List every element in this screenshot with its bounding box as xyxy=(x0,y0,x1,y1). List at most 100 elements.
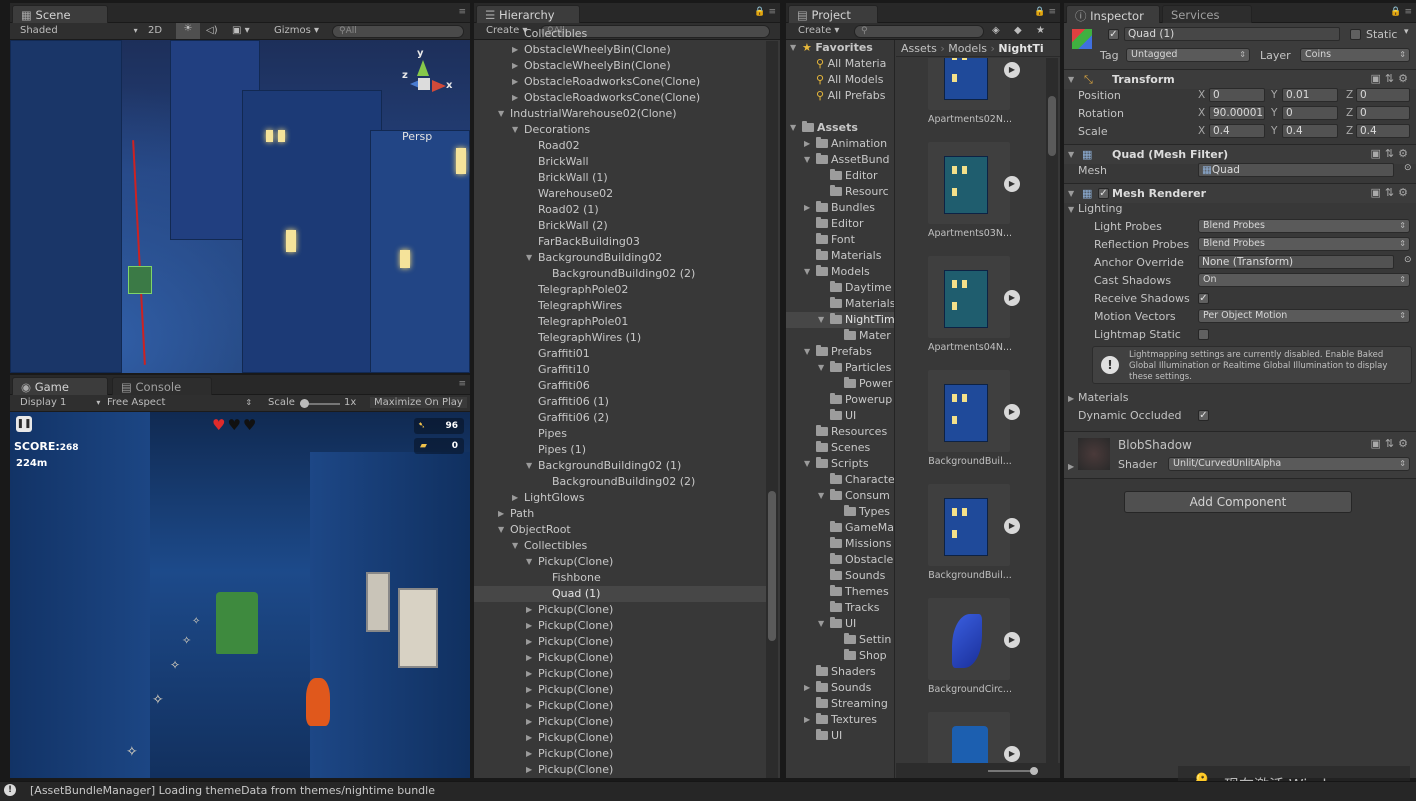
expand-right-icon[interactable]: ▶ xyxy=(526,666,536,682)
pause-button[interactable]: ❚❚ xyxy=(16,416,32,432)
project-tree-item[interactable]: Resources xyxy=(786,424,894,440)
project-tree-item[interactable]: ▼ Scripts xyxy=(786,456,894,472)
scale-slider-thumb[interactable] xyxy=(300,399,309,408)
expand-right-icon[interactable]: ▶ xyxy=(804,680,814,696)
mesh-object-field[interactable]: ▦Quad xyxy=(1198,163,1394,177)
tag-dropdown[interactable]: Untagged xyxy=(1126,48,1250,62)
expand-right-icon[interactable]: ▶ xyxy=(526,634,536,650)
expand-right-icon[interactable]: ▶ xyxy=(526,714,536,730)
panel-menu-icon[interactable]: 🔒 ≡ xyxy=(1390,7,1412,17)
hierarchy-row[interactable]: Graffiti10 xyxy=(474,362,766,378)
hierarchy-scrollbar[interactable] xyxy=(766,41,778,778)
filter-type-icon[interactable]: ◈ xyxy=(992,25,1000,36)
expand-down-icon[interactable]: ▼ xyxy=(526,458,536,474)
scene-viewport[interactable]: y x z Persp xyxy=(10,40,470,373)
project-tree-item[interactable]: Mater xyxy=(786,328,894,344)
position-x-field[interactable]: 0 xyxy=(1209,88,1265,102)
project-tree-item[interactable]: Streaming xyxy=(786,696,894,712)
tab-services[interactable]: Services xyxy=(1162,5,1252,23)
project-tree-item[interactable]: UI xyxy=(786,728,894,744)
project-tree-item[interactable]: Types xyxy=(786,504,894,520)
shader-dropdown[interactable]: Unlit/CurvedUnlitAlpha xyxy=(1168,457,1410,471)
tab-scene[interactable]: ▦ Scene xyxy=(12,5,108,23)
expand-right-icon[interactable]: ▶ xyxy=(526,618,536,634)
hierarchy-row[interactable]: Graffiti06 (1) xyxy=(474,394,766,410)
hierarchy-row[interactable]: ▶ Path xyxy=(474,506,766,522)
expand-down-icon[interactable]: ▼ xyxy=(498,522,508,538)
expand-right-icon[interactable]: ▶ xyxy=(804,712,814,728)
asset-preview-play-icon[interactable]: ▶ xyxy=(1004,176,1020,192)
hierarchy-row[interactable]: ▶ Pickup(Clone) xyxy=(474,650,766,666)
hierarchy-row[interactable]: TelegraphWires (1) xyxy=(474,330,766,346)
project-tree-item[interactable]: GameMa xyxy=(786,520,894,536)
hierarchy-row[interactable]: BrickWall xyxy=(474,154,766,170)
hierarchy-scroll-thumb[interactable] xyxy=(768,491,776,641)
hierarchy-row[interactable]: ▶ Pickup(Clone) xyxy=(474,730,766,746)
project-tree-item[interactable]: Characte xyxy=(786,472,894,488)
mesh-renderer-enabled-checkbox[interactable]: ✓ xyxy=(1098,188,1109,199)
zoom-slider[interactable] xyxy=(988,767,1038,775)
project-divider[interactable] xyxy=(894,40,895,778)
expand-down-icon[interactable]: ▼ xyxy=(512,538,522,554)
materials-expand-icon[interactable]: ▶ xyxy=(1068,394,1078,403)
expand-right-icon[interactable]: ▶ xyxy=(526,762,536,778)
hierarchy-row[interactable]: Graffiti01 xyxy=(474,346,766,362)
project-tree-item[interactable]: ▶ Sounds xyxy=(786,680,894,696)
panel-menu-icon[interactable]: ≡ xyxy=(458,379,466,389)
project-tree-item[interactable]: Font xyxy=(786,232,894,248)
mesh-renderer-header[interactable]: ▼ ▦ ✓ Mesh Renderer ▣⇅⚙ xyxy=(1064,183,1416,203)
project-create-dropdown[interactable]: Create ▾ xyxy=(798,25,839,36)
project-assets-scrollbar[interactable] xyxy=(1046,58,1058,763)
expand-right-icon[interactable]: ▶ xyxy=(512,490,522,506)
project-tree-item[interactable]: ▼ Prefabs xyxy=(786,344,894,360)
scale-slider[interactable] xyxy=(300,399,340,408)
project-tree-item[interactable]: Daytime xyxy=(786,280,894,296)
expand-down-icon[interactable]: ▼ xyxy=(804,456,814,472)
hierarchy-row[interactable]: ▼ BackgroundBuilding02 (1) xyxy=(474,458,766,474)
asset-preview-play-icon[interactable]: ▶ xyxy=(1004,62,1020,78)
project-tree-item[interactable]: Scenes xyxy=(786,440,894,456)
expand-down-icon[interactable]: ▼ xyxy=(818,488,828,504)
hierarchy-row[interactable]: ▼ Decorations xyxy=(474,122,766,138)
static-checkbox[interactable] xyxy=(1350,29,1361,40)
expand-right-icon[interactable]: ▶ xyxy=(512,90,522,106)
hierarchy-row[interactable]: ▶ LightGlows xyxy=(474,490,766,506)
scale-x-field[interactable]: 0.4 xyxy=(1209,124,1265,138)
zoom-slider-thumb[interactable] xyxy=(1030,767,1038,775)
expand-down-icon[interactable]: ▼ xyxy=(498,106,508,122)
expand-down-icon[interactable]: ▼ xyxy=(804,152,814,168)
hierarchy-row[interactable]: ▼ IndustrialWarehouse02(Clone) xyxy=(474,106,766,122)
hierarchy-row[interactable]: ▶ Pickup(Clone) xyxy=(474,666,766,682)
asset-tile[interactable]: ▶ Apartments03N... xyxy=(896,132,1036,242)
hierarchy-row[interactable]: BrickWall (2) xyxy=(474,218,766,234)
hierarchy-row[interactable]: ▶ Pickup(Clone) xyxy=(474,618,766,634)
hierarchy-row[interactable]: Fishbone xyxy=(474,570,766,586)
expand-right-icon[interactable]: ▶ xyxy=(526,698,536,714)
expand-down-icon[interactable]: ▼ xyxy=(790,120,800,136)
asset-tile[interactable]: ▶ Apartments04N... xyxy=(896,246,1036,356)
hierarchy-row[interactable]: Road02 xyxy=(474,138,766,154)
project-tree-item[interactable]: UI xyxy=(786,408,894,424)
scene-gizmo[interactable]: y x z xyxy=(398,48,458,108)
transform-expand-icon[interactable]: ▼ xyxy=(1068,75,1078,84)
persp-label[interactable]: Persp xyxy=(402,130,432,143)
maximize-on-play-toggle[interactable]: Maximize On Play xyxy=(370,397,467,408)
project-tree-item[interactable]: Power xyxy=(786,376,894,392)
hierarchy-row[interactable]: TelegraphPole01 xyxy=(474,314,766,330)
effects-dropdown-icon[interactable]: ▣ ▾ xyxy=(232,25,250,36)
active-checkbox[interactable]: ✓ xyxy=(1108,29,1119,40)
tab-game[interactable]: ◉ Game xyxy=(12,377,108,395)
position-z-field[interactable]: 0 xyxy=(1356,88,1410,102)
tab-console[interactable]: ▤ Console xyxy=(112,377,212,395)
asset-tile[interactable]: ▶ xyxy=(896,702,1036,763)
lighting-expand-icon[interactable]: ▼ xyxy=(1068,205,1078,214)
gizmos-dropdown[interactable]: Gizmos ▾ xyxy=(274,25,319,36)
hierarchy-row[interactable]: ▶ ObstacleRoadworksCone(Clone) xyxy=(474,90,766,106)
expand-down-icon[interactable]: ▼ xyxy=(818,360,828,376)
position-y-field[interactable]: 0.01 xyxy=(1282,88,1338,102)
hierarchy-row[interactable]: FarBackBuilding03 xyxy=(474,234,766,250)
project-tree-item[interactable]: Themes xyxy=(786,584,894,600)
reflection-probes-dropdown[interactable]: Blend Probes xyxy=(1198,237,1410,251)
hierarchy-row[interactable]: Pipes xyxy=(474,426,766,442)
object-picker-icon[interactable]: ⊙ xyxy=(1404,163,1412,173)
